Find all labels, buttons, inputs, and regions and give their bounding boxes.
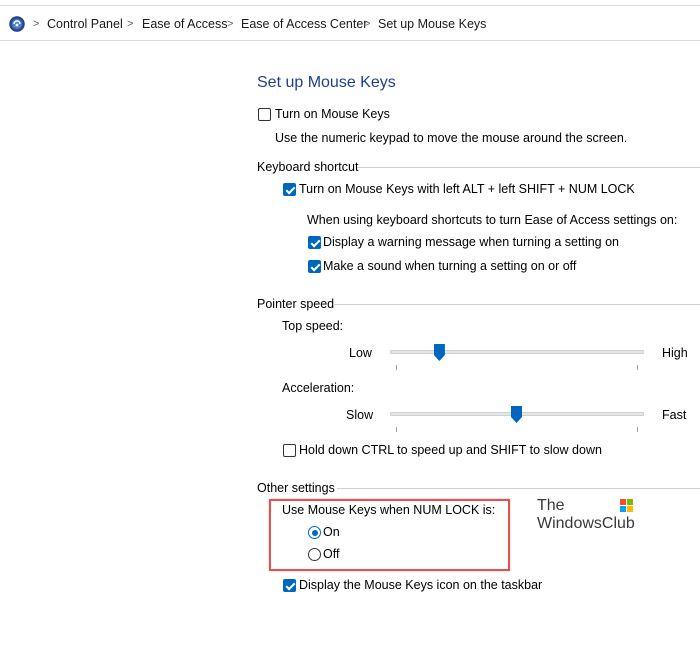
turn-on-mouse-keys-label[interactable]: Turn on Mouse Keys — [275, 106, 390, 122]
breadcrumb-separator: > — [127, 18, 134, 30]
keyboard-shortcut-header: Keyboard shortcut — [257, 160, 359, 174]
breadcrumb-separator: > — [364, 18, 371, 30]
group-divider — [337, 488, 700, 489]
taskbar-icon-label[interactable]: Display the Mouse Keys icon on the taskb… — [299, 577, 542, 593]
breadcrumb-ease-of-access-center[interactable]: Ease of Access Center — [241, 16, 367, 32]
top-speed-label: Top speed: — [282, 319, 344, 333]
warning-message-checkbox[interactable] — [308, 236, 321, 249]
other-settings-header: Other settings — [257, 481, 335, 495]
acceleration-min-label: Slow — [346, 408, 374, 422]
breadcrumb-ease-of-access[interactable]: Ease of Access — [142, 16, 227, 32]
warning-message-label[interactable]: Display a warning message when turning a… — [323, 234, 619, 250]
acceleration-max-label: Fast — [662, 408, 687, 422]
page-title: Set up Mouse Keys — [257, 74, 396, 91]
watermark: The WindowsClub — [537, 497, 635, 533]
control-panel-icon — [9, 16, 25, 32]
breadcrumb-separator: > — [33, 18, 40, 30]
breadcrumb-set-up-mouse-keys[interactable]: Set up Mouse Keys — [378, 16, 486, 32]
sound-checkbox[interactable] — [308, 260, 321, 273]
sound-label[interactable]: Make a sound when turning a setting on o… — [323, 258, 576, 274]
group-divider — [333, 304, 700, 305]
acceleration-label: Acceleration: — [282, 381, 355, 395]
shortcut-label[interactable]: Turn on Mouse Keys with left ALT + left … — [299, 181, 635, 197]
breadcrumb-control-panel[interactable]: Control Panel — [47, 16, 123, 32]
shortcut-note: When using keyboard shortcuts to turn Ea… — [307, 213, 678, 227]
taskbar-icon-checkbox[interactable] — [283, 579, 296, 592]
ctrl-shift-checkbox[interactable] — [283, 444, 296, 457]
acceleration-slider-thumb[interactable] — [511, 406, 522, 423]
top-speed-slider-thumb[interactable] — [433, 344, 445, 361]
windows-logo-icon — [620, 499, 634, 513]
group-divider — [357, 167, 700, 168]
highlight-box — [269, 499, 510, 571]
watermark-line-2: WindowsClub — [537, 515, 635, 532]
ctrl-shift-label[interactable]: Hold down CTRL to speed up and SHIFT to … — [299, 442, 602, 458]
slider-tick — [637, 365, 638, 370]
top-speed-max-label: High — [662, 346, 688, 360]
address-bar[interactable]: > Control Panel > Ease of Access > Ease … — [0, 5, 700, 41]
turn-on-mouse-keys-checkbox[interactable] — [258, 108, 271, 121]
slider-tick — [396, 365, 397, 370]
mouse-keys-description: Use the numeric keypad to move the mouse… — [275, 131, 628, 145]
pointer-speed-header: Pointer speed — [257, 297, 335, 311]
top-speed-slider-track[interactable] — [390, 350, 644, 354]
slider-tick — [396, 427, 397, 432]
breadcrumb-separator: > — [227, 18, 234, 30]
top-speed-min-label: Low — [349, 346, 372, 360]
slider-tick — [637, 427, 638, 432]
shortcut-checkbox[interactable] — [283, 183, 296, 196]
